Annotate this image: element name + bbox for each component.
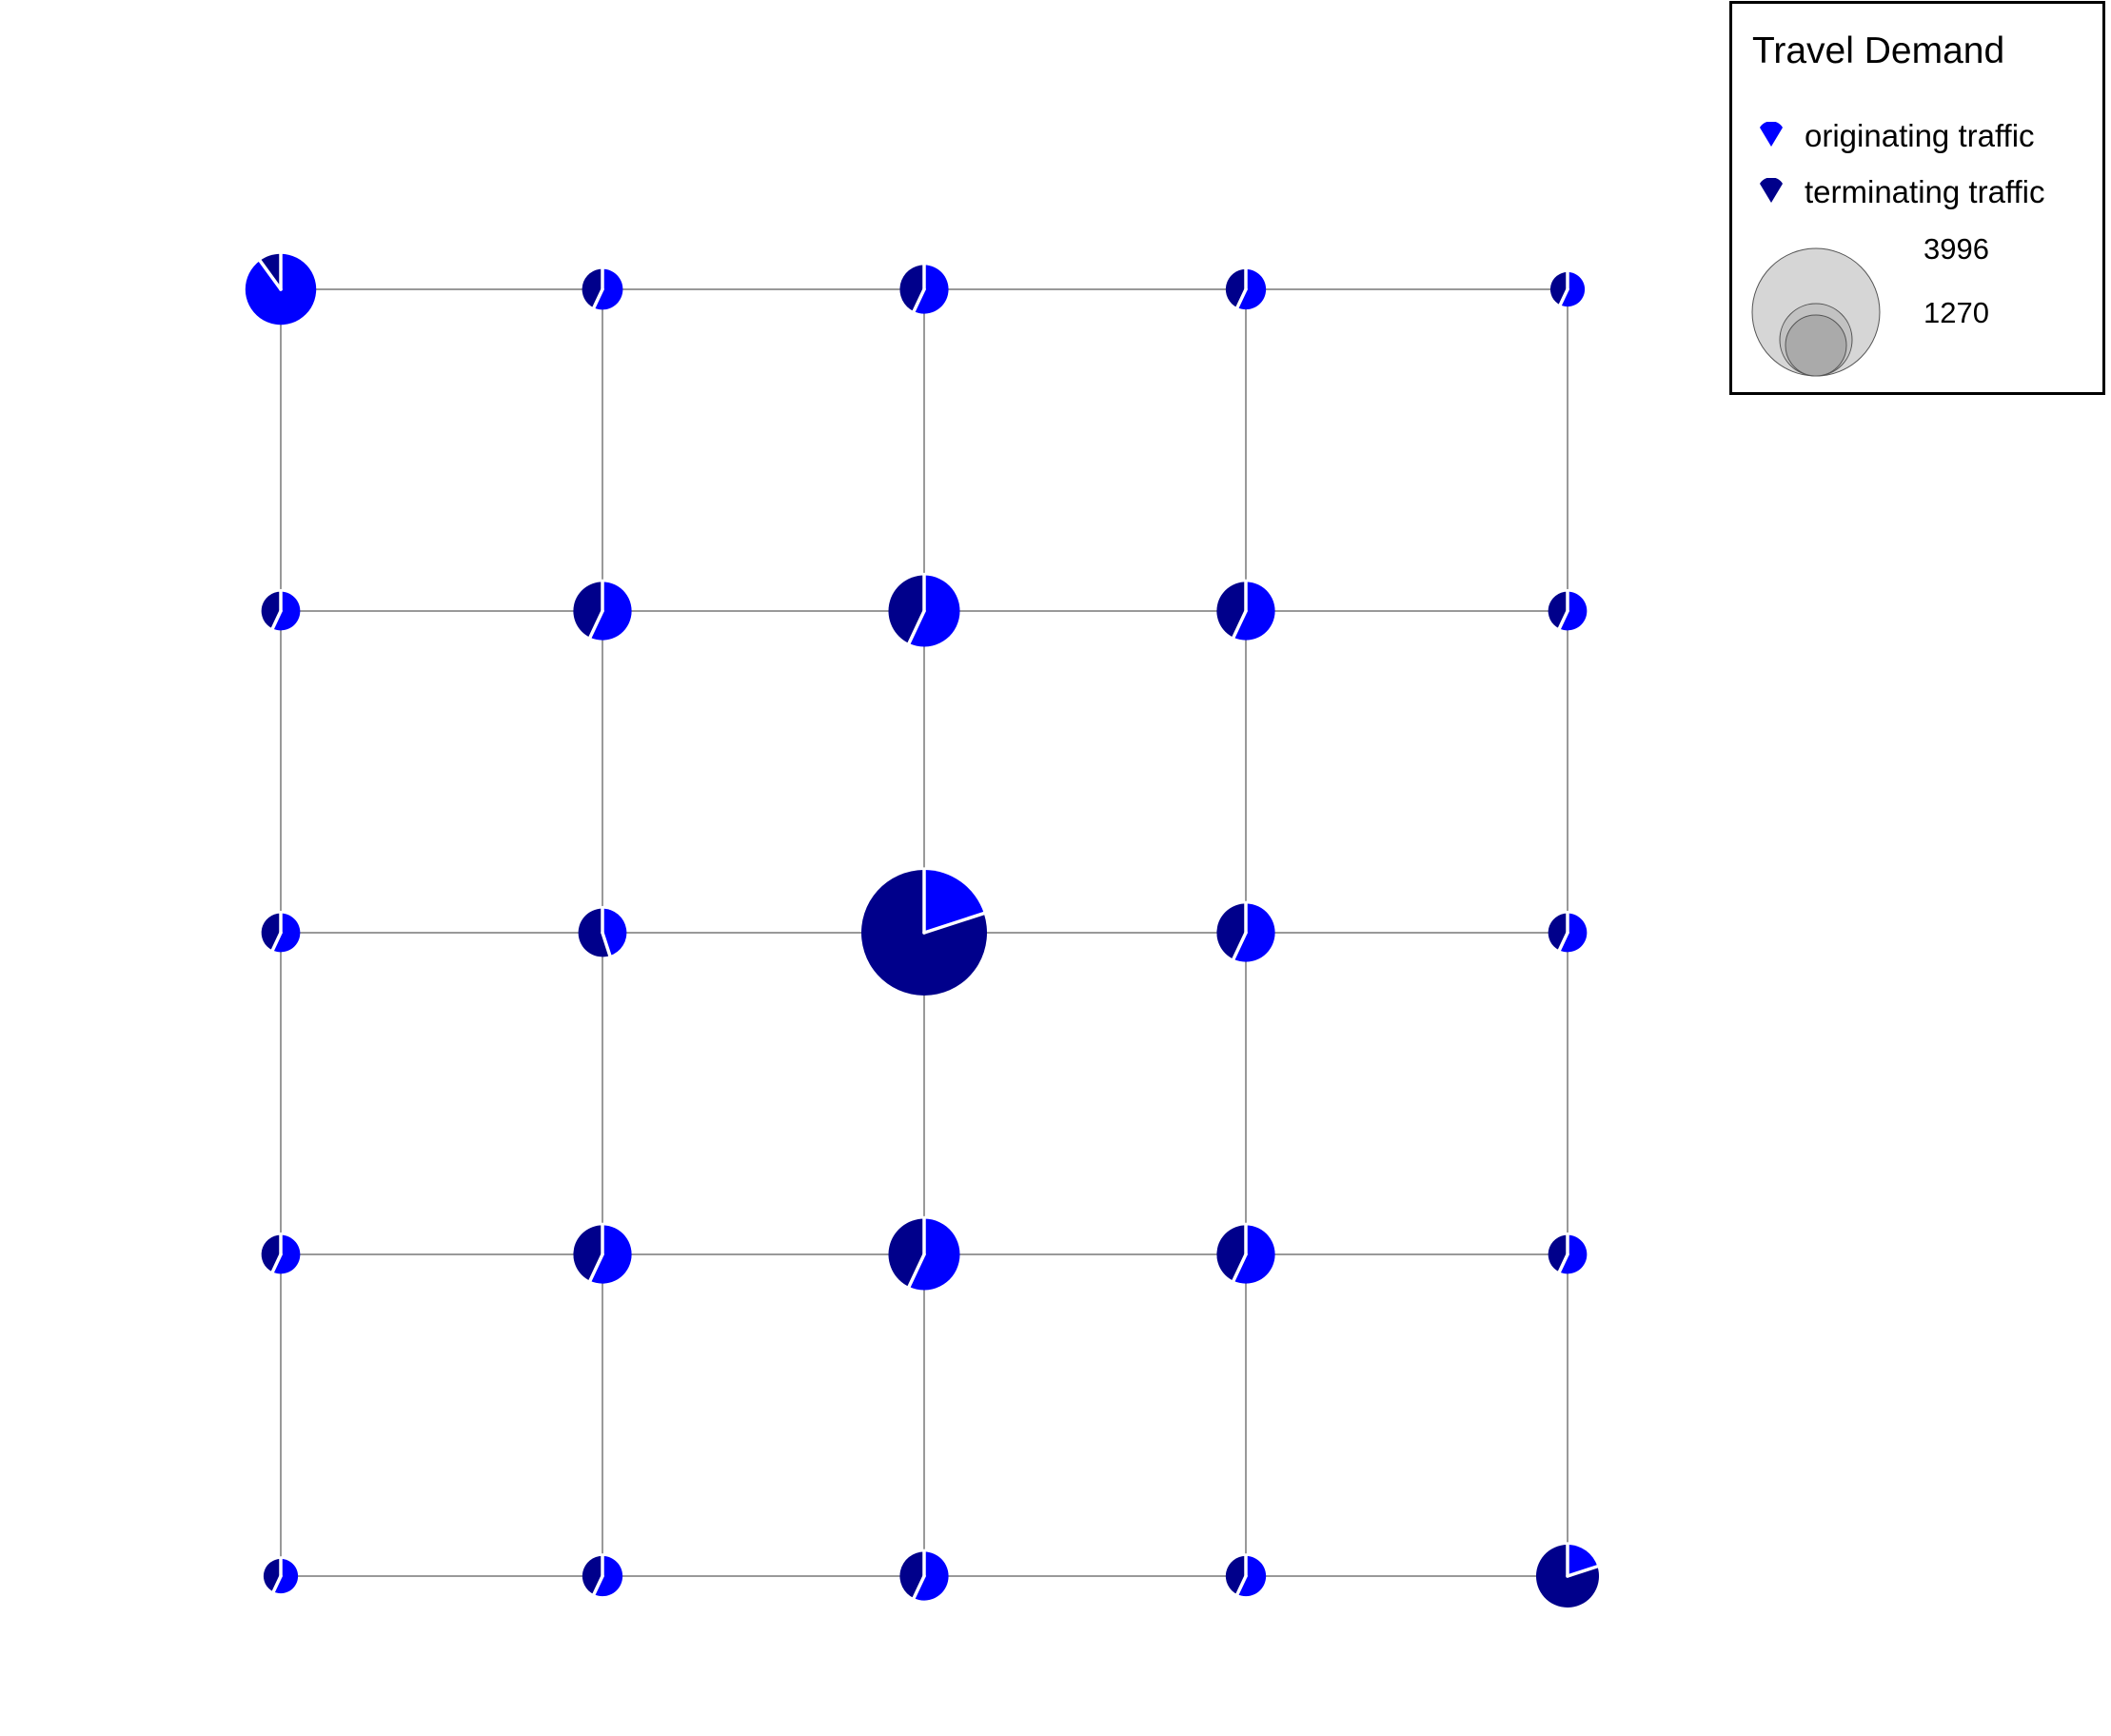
legend-size-label-mid: 1270 [1924,296,1989,329]
legend-size-label-max: 3996 [1924,232,1989,266]
node-pie-2-4 [1548,910,1588,954]
node-pie-0-4 [1549,269,1586,308]
terminating-wedge-icon [1760,178,1783,203]
node-pie-2-3 [1216,900,1275,962]
node-pie-0-0 [245,251,317,326]
node-pie-0-3 [1225,266,1267,310]
node-pie-3-2 [888,1215,960,1291]
legend-title: Travel Demand [1752,30,2005,71]
legend-label-originating: originating traffic [1805,118,2035,153]
node-pie-1-3 [1216,579,1275,641]
legend-label-terminating: terminating traffic [1805,174,2045,209]
node-pie-0-2 [899,262,949,314]
node-pie-3-4 [1548,1232,1588,1275]
node-pie-3-1 [573,1222,632,1284]
node-pie-1-4 [1548,588,1588,632]
node-pie-4-4 [1535,1542,1601,1608]
legend-item-terminating: terminating traffic [1757,173,2045,211]
node-pie-2-2 [861,867,987,996]
node-pie-4-2 [899,1549,949,1601]
legend-item-originating: originating traffic [1757,117,2035,155]
node-pie-0-1 [582,266,623,311]
node-pie-2-0 [261,910,301,954]
node-pie-1-0 [261,588,301,632]
node-pie-3-3 [1216,1222,1275,1284]
size-circle-min [1785,314,1847,377]
node-pie-2-1 [578,905,627,958]
legend-size-circles [1751,247,1881,377]
originating-wedge-icon [1760,122,1783,147]
node-pie-1-1 [573,579,632,641]
node-pie-4-0 [263,1556,299,1595]
demand-pies [245,251,1601,1608]
node-pie-4-1 [582,1553,623,1597]
node-pie-4-3 [1225,1553,1267,1597]
legend: Travel Demand originating traffic termin… [1729,1,2105,395]
node-pie-3-0 [261,1232,301,1275]
node-pie-1-2 [888,572,960,647]
